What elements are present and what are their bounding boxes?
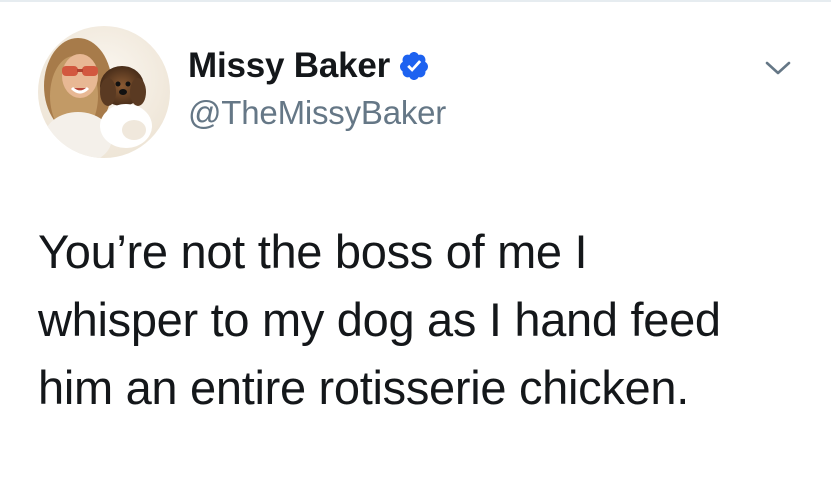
tweet-menu-button[interactable]: [758, 52, 798, 84]
author-display-name[interactable]: Missy Baker: [188, 46, 390, 86]
author-header: Missy Baker @TheMissyBaker: [188, 44, 446, 132]
tweet-text: You’re not the boss of me I whisper to m…: [38, 218, 808, 422]
tweet-text-line: him an entire rotisserie chicken.: [38, 361, 689, 414]
tweet-text-line: You’re not the boss of me I: [38, 225, 588, 278]
name-row: Missy Baker: [188, 44, 446, 88]
verified-badge-icon: [398, 50, 430, 82]
avatar-image: [38, 26, 170, 158]
author-handle[interactable]: @TheMissyBaker: [188, 94, 446, 132]
tweet-text-line: whisper to my dog as I hand feed: [38, 293, 721, 346]
tweet-card: Missy Baker @TheMissyBaker You’re not th…: [0, 0, 831, 481]
chevron-down-icon: [765, 61, 791, 75]
avatar[interactable]: [38, 26, 170, 158]
